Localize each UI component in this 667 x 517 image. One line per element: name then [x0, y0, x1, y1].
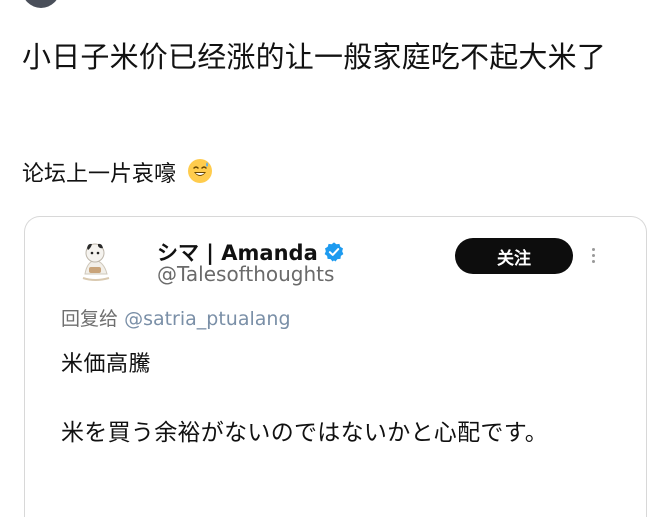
post-title: 小日子米价已经涨的让一般家庭吃不起大米了 — [22, 40, 607, 74]
user-handle[interactable]: @Talesofthoughts — [157, 262, 334, 286]
post-subtitle: 论坛上一片哀嚎 — [22, 158, 213, 190]
follow-button[interactable]: 关注 — [455, 238, 573, 274]
tweet-text-line-2: 米を買う余裕がないのではないかと心配です。 — [61, 420, 548, 446]
verified-badge-icon — [324, 242, 344, 262]
tweet-text-line-1: 米価高騰 — [61, 352, 152, 377]
grinning-face-sweat-emoji-icon — [188, 159, 213, 183]
user-avatar[interactable] — [71, 234, 121, 284]
reply-context: 回复给 @satria_ptualang — [61, 304, 291, 331]
reply-prefix: 回复给 — [61, 308, 119, 330]
embedded-tweet-card[interactable]: シマ | Amanda @Talesofthoughts 关注 回复给 @sat… — [24, 216, 647, 517]
poster-avatar-fragment — [22, 0, 60, 8]
cropped-post-header — [0, 0, 667, 14]
more-options-icon[interactable] — [589, 248, 597, 266]
post-subtitle-text: 论坛上一片哀嚎 — [22, 162, 177, 187]
reply-mention-link[interactable]: @satria_ptualang — [124, 308, 290, 330]
